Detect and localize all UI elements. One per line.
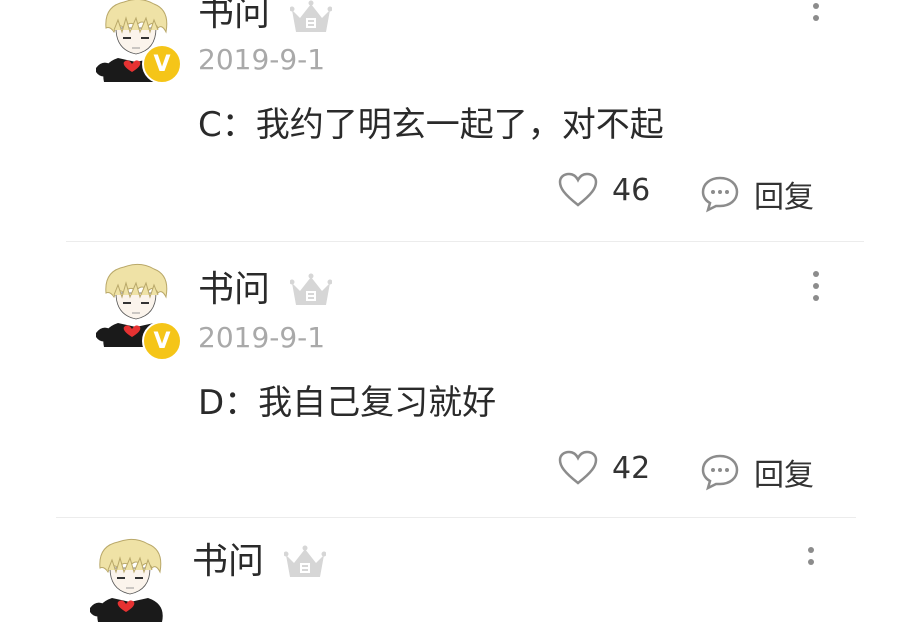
divider xyxy=(66,241,864,242)
vip-badge: V xyxy=(142,44,182,84)
comment-date: 2019-9-1 xyxy=(198,321,326,354)
heart-outline-icon xyxy=(558,172,598,207)
speech-bubble-icon xyxy=(701,454,739,491)
reply-button[interactable]: 回复 xyxy=(700,172,814,216)
heart-outline-icon xyxy=(558,450,598,485)
vip-badge-label: V xyxy=(153,328,171,354)
more-options-icon[interactable] xyxy=(800,544,822,584)
reply-button[interactable]: 回复 xyxy=(700,450,814,494)
divider xyxy=(56,517,856,518)
comment-date: 2019-9-1 xyxy=(198,43,326,76)
comment-text: C：我约了明玄一起了，对不起 xyxy=(198,105,664,145)
reply-label: 回复 xyxy=(754,180,814,215)
username[interactable]: 书问 xyxy=(198,0,270,32)
like-count: 46 xyxy=(612,172,651,208)
crown-icon xyxy=(284,545,326,579)
like-button[interactable]: 42 xyxy=(558,450,650,486)
like-button[interactable]: 46 xyxy=(558,172,650,208)
avatar[interactable]: V xyxy=(96,0,182,84)
crown-icon xyxy=(290,273,332,307)
like-count: 42 xyxy=(612,450,651,486)
username[interactable]: 书问 xyxy=(192,544,264,580)
avatar[interactable]: V xyxy=(96,263,182,361)
more-options-icon[interactable] xyxy=(805,0,827,40)
vip-badge: V xyxy=(142,321,182,361)
vip-badge-label: V xyxy=(153,51,171,77)
crown-icon xyxy=(290,0,332,34)
username[interactable]: 书问 xyxy=(198,272,270,308)
speech-bubble-icon xyxy=(701,176,739,213)
comment-text: D：我自己复习就好 xyxy=(198,383,497,423)
more-options-icon[interactable] xyxy=(805,268,827,308)
avatar[interactable] xyxy=(90,538,176,624)
reply-label: 回复 xyxy=(754,458,814,493)
